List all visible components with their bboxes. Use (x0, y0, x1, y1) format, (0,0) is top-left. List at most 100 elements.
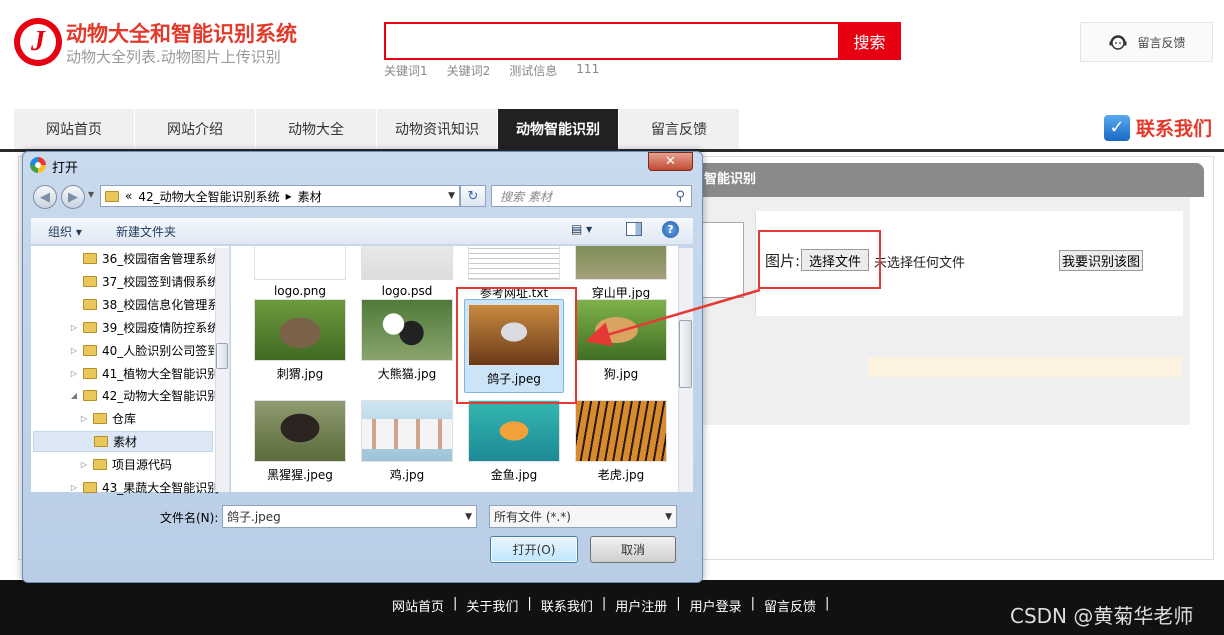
file-thumbnail (361, 299, 453, 361)
tree-item[interactable]: 37_校园签到请假系统 (70, 271, 219, 292)
expand-arrow-icon[interactable]: ▷ (70, 323, 78, 332)
footer-link[interactable]: 网站首页 (392, 596, 444, 615)
tree-item[interactable]: ▷ 40_人脸识别公司签到 (70, 340, 219, 361)
tree-item-label: 43_果蔬大全智能识别 (102, 481, 220, 495)
tree-item[interactable]: ▷ 项目源代码 (80, 454, 172, 475)
folder-icon (94, 436, 108, 448)
hot-keywords: 关键词1 关键词2 测试信息 111 (384, 62, 599, 79)
folder-icon (83, 275, 97, 287)
chevron-down-icon[interactable]: ▼ (665, 512, 672, 522)
breadcrumb-item[interactable]: 42_动物大全智能识别系统 (138, 188, 279, 205)
tree-item-label: 37_校园签到请假系统 (102, 274, 220, 289)
new-folder-button[interactable]: 新建文件夹 (116, 223, 176, 240)
close-button[interactable]: ✕ (648, 152, 693, 171)
site-subtitle: 动物大全列表.动物图片上传识别 (66, 48, 281, 66)
file-scroll-thumb[interactable] (679, 320, 692, 388)
text-area[interactable] (700, 222, 744, 298)
search-button[interactable]: 搜索 (838, 22, 901, 60)
expand-arrow-icon[interactable]: ▷ (80, 460, 88, 469)
organize-button[interactable]: 组织 ▾ (48, 223, 82, 240)
no-file-text: 未选择任何文件 (874, 256, 966, 271)
nav-tab-identify[interactable]: 动物智能识别 (498, 109, 619, 149)
tree-item[interactable]: ▷ 43_果蔬大全智能识别 (70, 477, 219, 498)
tree-item[interactable]: 36_校园宿舍管理系统 (70, 248, 219, 269)
filename-label: 文件名(N): (160, 511, 219, 525)
footer-link[interactable]: 用户登录 (690, 596, 742, 615)
file-item[interactable]: 刺猬.jpg (250, 299, 350, 382)
filetype-value: 所有文件 (*.*) (494, 510, 571, 524)
expand-arrow-icon[interactable]: ▷ (70, 346, 78, 355)
file-item[interactable]: 黑猩猩.jpeg (250, 400, 350, 483)
footer-links: 网站首页 | 关于我们 | 联系我们 | 用户注册 | 用户登录 | 留言反馈 | (392, 596, 830, 615)
tree-item[interactable]: 38_校园信息化管理系 (70, 294, 219, 315)
file-thumbnail (254, 400, 346, 462)
preview-pane-icon[interactable] (626, 222, 642, 236)
tree-item-label: 素材 (113, 435, 138, 450)
expand-arrow-icon[interactable]: ◢ (70, 391, 78, 400)
search-input[interactable] (386, 24, 838, 58)
tree-scrollbar[interactable] (215, 248, 229, 492)
tree-scroll-thumb[interactable] (216, 343, 228, 369)
tree-item-label: 36_校园宿舍管理系统 (102, 252, 220, 266)
watermark: CSDN @黄菊华老师 (1010, 604, 1194, 628)
filetype-select[interactable]: 所有文件 (*.*) ▼ (489, 505, 677, 528)
search-field[interactable] (384, 22, 838, 60)
nav-tab-animals[interactable]: 动物大全 (256, 109, 377, 149)
keyword-link[interactable]: 关键词2 (447, 62, 491, 79)
tree-item[interactable]: ▷ 39_校园疫情防控系统 (70, 317, 219, 338)
nav-tab-home[interactable]: 网站首页 (14, 109, 135, 149)
keyword-link[interactable]: 111 (576, 62, 599, 79)
expand-arrow-icon[interactable]: ▷ (70, 483, 78, 492)
tree-item-label: 39_校园疫情防控系统 (102, 320, 220, 335)
footer-link[interactable]: 关于我们 (466, 596, 518, 615)
folder-icon (83, 298, 97, 310)
feedback-button[interactable]: 留言反馈 (1080, 22, 1213, 62)
contact-us-label: 联系我们 (1136, 118, 1213, 140)
site-logo[interactable]: J (14, 18, 62, 66)
file-name: logo.psd (381, 284, 433, 298)
tree-item-label: 42_动物大全智能识别 (102, 389, 220, 404)
tree-item[interactable]: ▷ 仓库 (80, 408, 136, 429)
recent-dropdown-icon[interactable]: ▼ (88, 190, 94, 199)
file-item[interactable]: 金鱼.jpg (464, 400, 564, 483)
tree-item[interactable]: 素材 (33, 431, 213, 453)
expand-arrow-icon[interactable]: ▷ (70, 369, 78, 378)
panel-header: 智能识别 (700, 163, 1204, 197)
back-arrow-icon[interactable]: ◀ (33, 185, 57, 209)
address-bar[interactable]: « 42_动物大全智能识别系统 ▸ 素材 ▼ (100, 185, 460, 207)
footer-link[interactable]: 联系我们 (541, 596, 593, 615)
keyword-link[interactable]: 测试信息 (509, 62, 557, 79)
nav-tab-feedback[interactable]: 留言反馈 (619, 109, 740, 149)
file-item[interactable]: 老虎.jpg (571, 400, 671, 483)
tree-item[interactable]: ▷ 41_植物大全智能识别 (70, 363, 219, 384)
dialog-title: 打开 (52, 161, 79, 176)
file-thumbnail (361, 400, 453, 462)
filename-input[interactable]: 鸽子.jpeg ▼ (222, 505, 477, 528)
breadcrumb-item[interactable]: 素材 (298, 188, 322, 205)
open-button[interactable]: 打开(O) (490, 536, 578, 563)
tree-item-label: 38_校园信息化管理系 (102, 297, 220, 312)
file-item[interactable]: 大熊猫.jpg (357, 299, 457, 382)
view-options-icon[interactable]: ▤ ▾ (571, 222, 592, 236)
refresh-icon[interactable]: ↻ (460, 185, 486, 207)
keyword-link[interactable]: 关键词1 (384, 62, 428, 79)
folder-icon (93, 459, 107, 471)
tree-item[interactable]: ◢ 42_动物大全智能识别 (70, 385, 219, 406)
help-icon[interactable]: ? (662, 221, 679, 238)
nav-tab-news[interactable]: 动物资讯知识 (377, 109, 498, 149)
file-item[interactable]: 鸡.jpg (357, 400, 457, 483)
feedback-label: 留言反馈 (1137, 35, 1186, 50)
site-title: 动物大全和智能识别系统 (66, 22, 297, 46)
footer-link[interactable]: 留言反馈 (764, 596, 816, 615)
chevron-down-icon[interactable]: ▼ (448, 191, 455, 201)
nav-tab-intro[interactable]: 网站介绍 (135, 109, 256, 149)
forward-arrow-icon[interactable]: ▶ (61, 185, 85, 209)
cancel-button[interactable]: 取消 (590, 536, 676, 563)
footer-link[interactable]: 用户注册 (615, 596, 667, 615)
file-item[interactable]: 狗.jpg (571, 299, 671, 382)
contact-us-link[interactable]: ✓ 联系我们 (1104, 114, 1212, 141)
expand-arrow-icon[interactable]: ▷ (80, 414, 88, 423)
chevron-down-icon[interactable]: ▼ (465, 512, 472, 522)
folder-search-input[interactable]: 搜索 素材 ⚲ (491, 185, 692, 207)
identify-button[interactable]: 我要识别该图 (1059, 250, 1143, 271)
